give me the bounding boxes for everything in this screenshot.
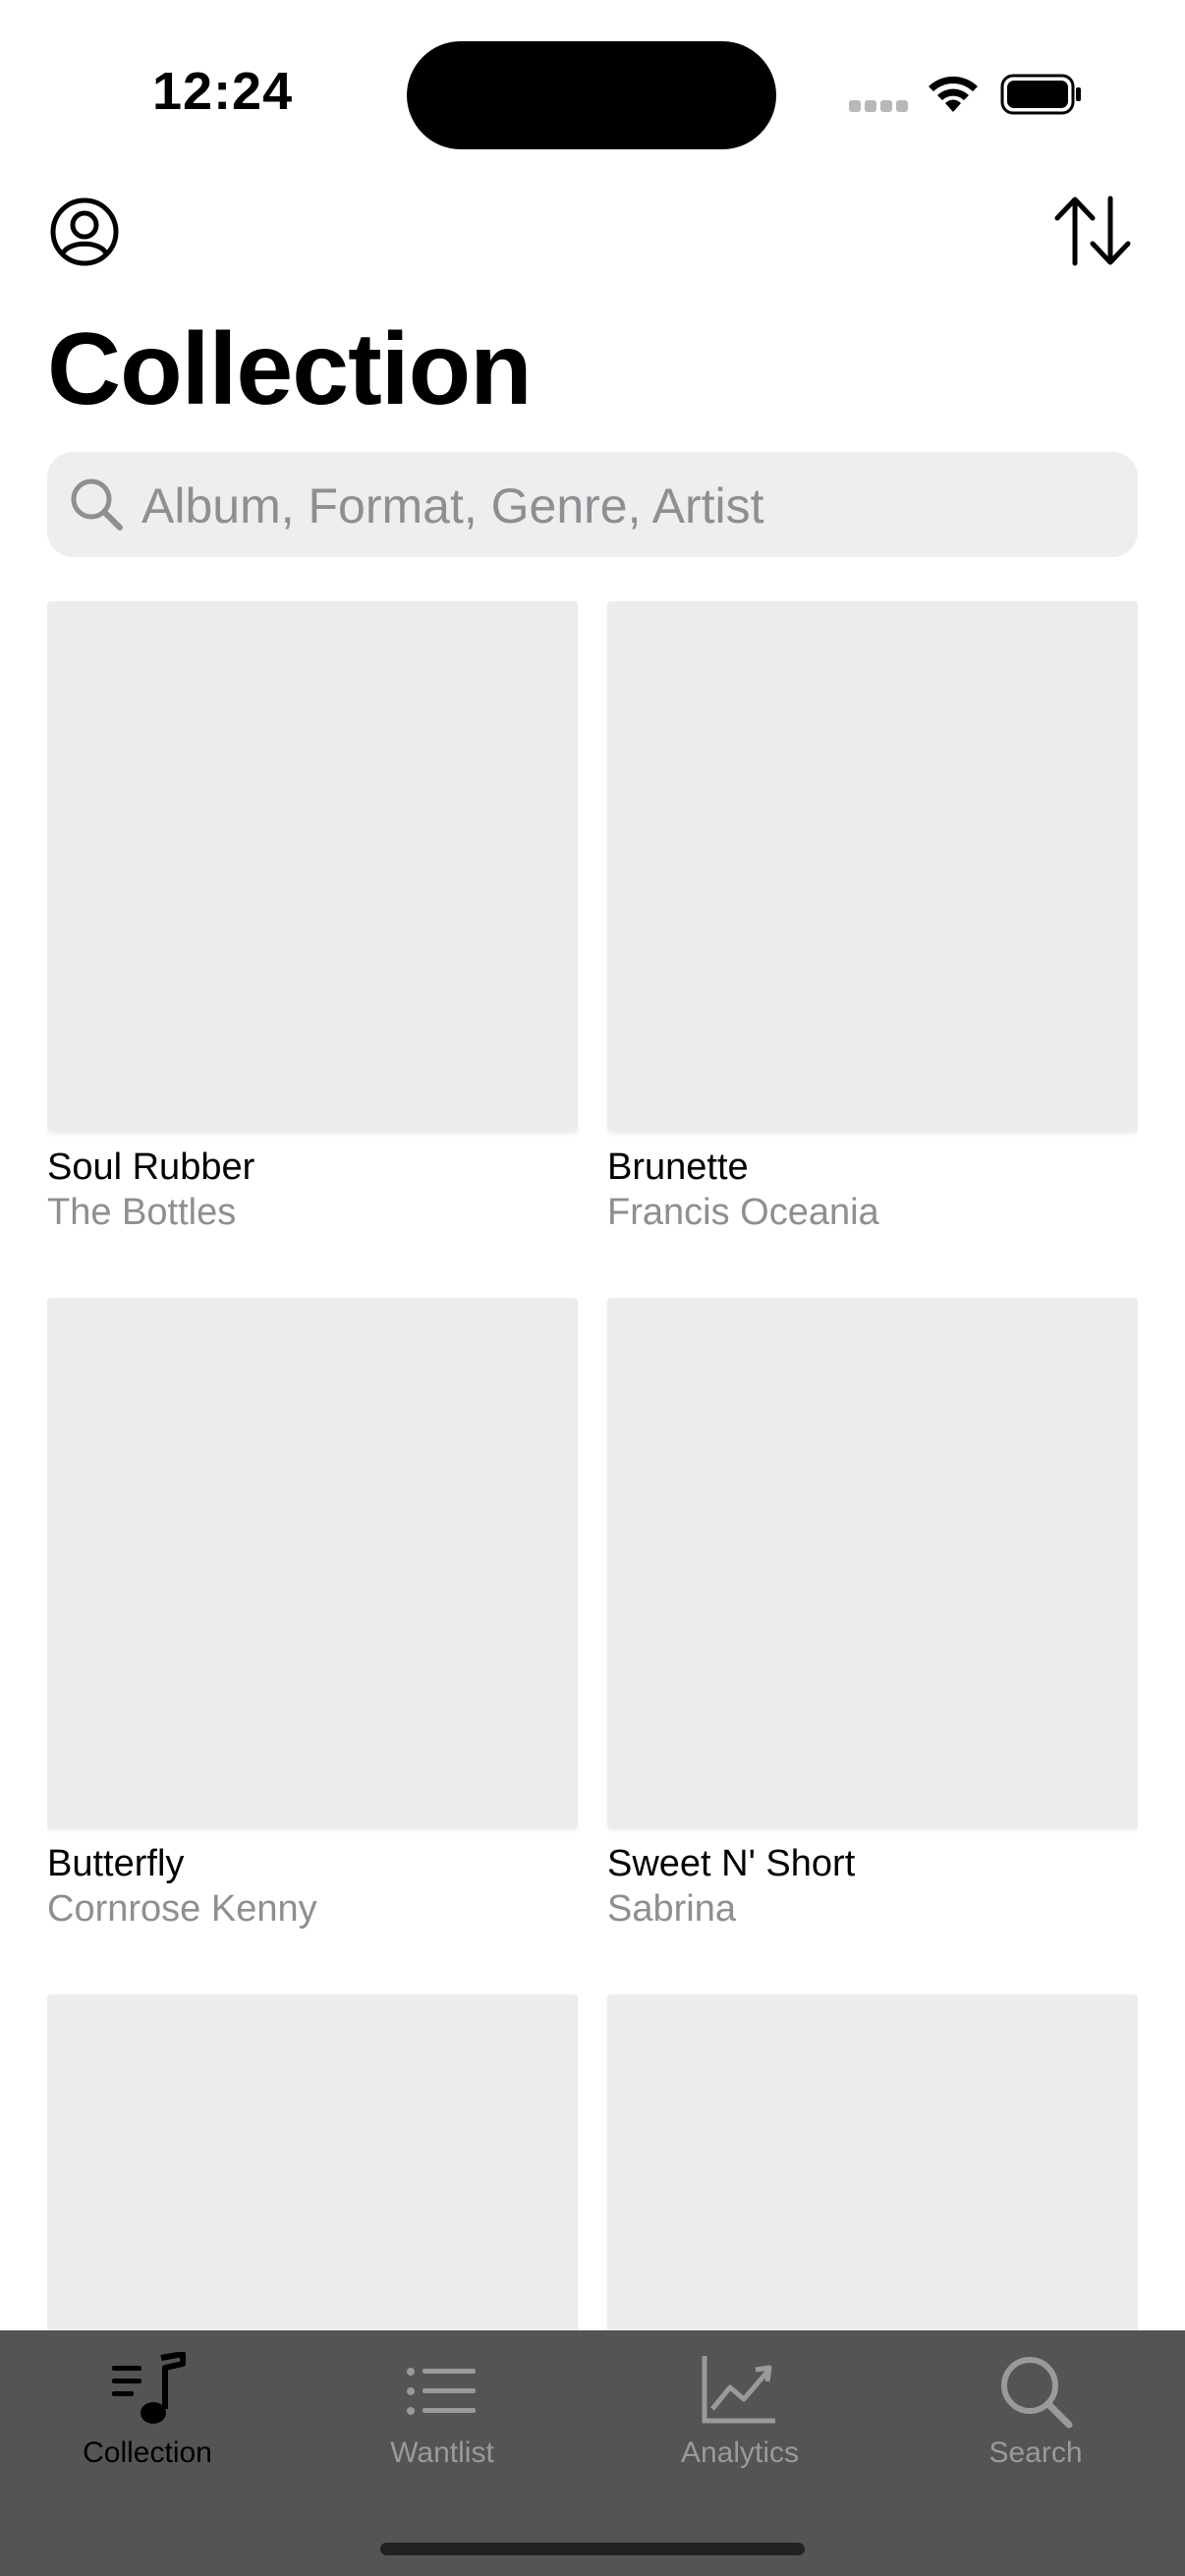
album-cover[interactable] [47, 1298, 578, 1828]
tab-label: Wantlist [390, 2436, 494, 2469]
home-indicator [380, 2543, 805, 2555]
album-grid: Soul Rubber The Bottles Brunette Francis… [47, 601, 1138, 2330]
status-time: 12:24 [152, 62, 294, 121]
tab-wantlist[interactable]: Wantlist [295, 2330, 590, 2488]
chart-icon [702, 2356, 775, 2424]
album-artist: The Bottles [47, 1192, 237, 1233]
sort-button[interactable] [1051, 195, 1134, 267]
dynamic-island [407, 41, 776, 149]
search-input[interactable] [140, 452, 1116, 559]
tab-analytics[interactable]: Analytics [592, 2330, 887, 2488]
tab-label: Collection [83, 2436, 212, 2469]
album-cover[interactable] [607, 601, 1138, 1132]
search-icon [1001, 2357, 1073, 2429]
album-card[interactable] [47, 1994, 578, 2330]
battery-icon [1000, 74, 1081, 115]
album-artist: Francis Oceania [607, 1192, 879, 1233]
page-title: Collection [47, 312, 533, 426]
tab-search[interactable]: Search [888, 2330, 1183, 2488]
cellular-signal-icon [849, 100, 908, 114]
album-card[interactable] [607, 1994, 1138, 2330]
album-title: Soul Rubber [47, 1147, 255, 1188]
album-card[interactable]: Soul Rubber The Bottles [47, 601, 578, 1236]
status-bar: 12:24 [0, 0, 1185, 187]
search-icon [71, 478, 123, 531]
tab-bar: Collection Wantlist Analytics Search [0, 2330, 1185, 2576]
tab-label: Search [988, 2436, 1083, 2469]
album-title: Brunette [607, 1147, 749, 1188]
album-cover[interactable] [607, 1994, 1138, 2330]
album-artist: Sabrina [607, 1888, 736, 1930]
album-title: Butterfly [47, 1843, 185, 1884]
album-title: Sweet N' Short [607, 1843, 856, 1884]
tab-collection[interactable]: Collection [0, 2330, 295, 2488]
profile-button[interactable] [49, 196, 120, 267]
album-card[interactable]: Sweet N' Short Sabrina [607, 1298, 1138, 1932]
album-cover[interactable] [47, 601, 578, 1132]
album-cover[interactable] [607, 1298, 1138, 1828]
album-cover[interactable] [47, 1994, 578, 2330]
album-card[interactable]: Butterfly Cornrose Kenny [47, 1298, 578, 1932]
album-artist: Cornrose Kenny [47, 1888, 317, 1930]
wifi-icon [929, 76, 978, 112]
search-bar[interactable] [47, 452, 1138, 559]
list-icon [407, 2368, 476, 2415]
album-card[interactable]: Brunette Francis Oceania [607, 601, 1138, 1236]
tab-label: Analytics [680, 2436, 800, 2469]
music-list-icon [112, 2352, 186, 2424]
